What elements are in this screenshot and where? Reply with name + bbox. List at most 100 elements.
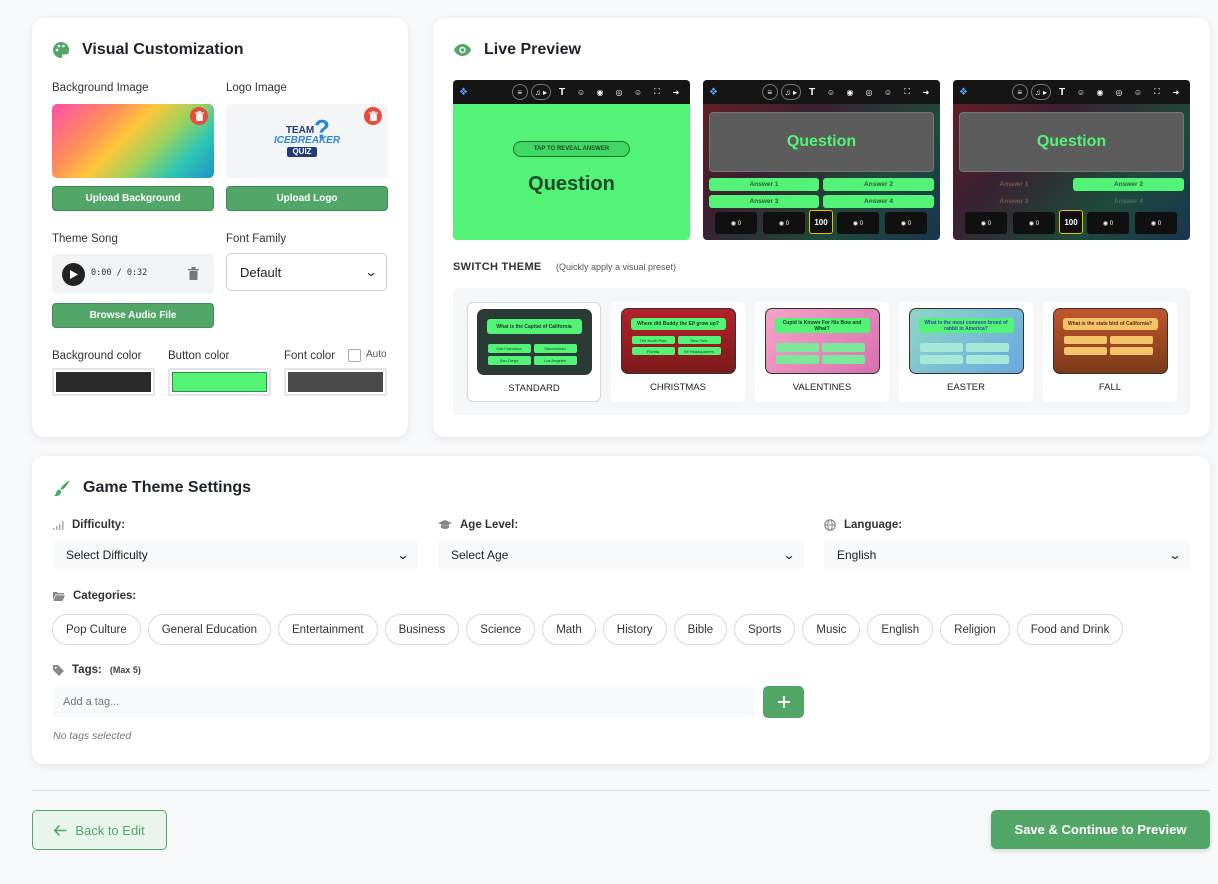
font-family-select[interactable]: Default ⌄ — [226, 253, 387, 291]
answer-2[interactable]: Answer 2 — [823, 178, 934, 191]
font-family-value: Default — [240, 264, 282, 280]
delete-logo-button[interactable] — [364, 107, 382, 125]
visual-customization-header: Visual Customization — [52, 41, 244, 59]
answer-4: Answer 4 — [1114, 198, 1143, 205]
language-select[interactable]: English ⌄ — [824, 540, 1190, 569]
theme-standard-answer: San Diego — [487, 356, 531, 365]
category-chip[interactable]: Religion — [940, 614, 1010, 645]
theme-easter-question: What is the most common breed of rabbit … — [918, 318, 1014, 333]
upload-logo-button[interactable]: Upload Logo — [226, 186, 388, 211]
list-icon: ≡ — [511, 84, 528, 100]
globe-icon: ◎ — [865, 87, 873, 97]
difficulty-value: Select Difficulty — [66, 547, 148, 562]
category-chip[interactable]: Pop Culture — [52, 614, 141, 645]
arrow-left-icon — [54, 824, 67, 836]
theme-presets: What is the Capital of California San Fr… — [453, 288, 1190, 415]
expand-icon: ⛶ — [904, 87, 910, 96]
visual-customization-card: Visual Customization Background Image Lo… — [32, 18, 408, 437]
tags-label-row: Tags: (Max 5) — [53, 664, 141, 676]
age-select[interactable]: Select Age ⌄ — [438, 540, 804, 569]
category-chip[interactable]: English — [867, 614, 934, 645]
logo-icon: ❖ — [959, 86, 968, 98]
logo-icon: ❖ — [459, 86, 468, 98]
button-color-picker[interactable] — [168, 368, 271, 396]
theme-christmas-answer: Florida — [631, 347, 675, 355]
category-chip[interactable]: Music — [802, 614, 861, 645]
trophy-icon: ◉ — [596, 87, 604, 97]
theme-christmas-answer: Elf Headquarters — [677, 347, 721, 355]
theme-christmas[interactable]: Where did Buddy the Elf grow up? The Nor… — [611, 302, 745, 402]
folder-open-icon — [53, 592, 65, 601]
category-chip[interactable]: History — [602, 614, 667, 645]
signal-icon — [53, 520, 64, 530]
category-chip[interactable]: Entertainment — [278, 614, 378, 645]
difficulty-select[interactable]: Select Difficulty ⌄ — [53, 540, 418, 569]
theme-valentines[interactable]: Cupid is Known For His Bow and What? VAL… — [755, 302, 889, 402]
browse-audio-button[interactable]: Browse Audio File — [52, 303, 214, 328]
question-box: Question — [709, 112, 934, 172]
center-score: 100 — [1059, 210, 1083, 234]
switch-theme-label: SWITCH THEME — [453, 261, 542, 273]
switch-theme-hint: (Quickly apply a visual preset) — [556, 262, 677, 272]
save-continue-button[interactable]: Save & Continue to Preview — [991, 810, 1210, 849]
game-theme-settings-header: Game Theme Settings — [53, 479, 251, 497]
theme-easter-image: What is the most common breed of rabbit … — [908, 308, 1024, 374]
chevron-down-icon: ⌄ — [396, 547, 410, 562]
category-chip[interactable]: Food and Drink — [1016, 614, 1124, 645]
background-image-label: Background Image — [52, 82, 149, 94]
answer-1[interactable]: Answer 1 — [709, 178, 819, 191]
list-icon: ≡ — [1011, 84, 1028, 100]
categories-label: Categories: — [73, 590, 137, 602]
category-chip[interactable]: Science — [466, 614, 536, 645]
theme-fall-question: What is the state bird of California? — [1062, 318, 1158, 330]
theme-easter[interactable]: What is the most common breed of rabbit … — [899, 302, 1033, 402]
category-chip[interactable]: Sports — [734, 614, 796, 645]
age-value: Select Age — [451, 547, 509, 562]
theme-valentines-image: Cupid is Known For His Bow and What? — [764, 308, 880, 374]
chevron-down-icon: ⌄ — [1168, 547, 1182, 562]
tag-input[interactable] — [53, 687, 755, 717]
language-label-row: Language: — [824, 519, 902, 531]
category-chip[interactable]: Business — [384, 614, 460, 645]
answer-1: Answer 1 — [999, 181, 1029, 188]
eye-icon — [454, 44, 471, 56]
answer-4[interactable]: Answer 4 — [823, 195, 934, 208]
graduation-cap-icon — [438, 520, 452, 529]
paint-brush-icon — [54, 480, 70, 497]
age-label-row: Age Level: — [438, 519, 518, 531]
theme-christmas-label: CHRISTMAS — [650, 382, 706, 393]
smile-icon: ☺ — [1133, 87, 1143, 97]
visual-customization-title: Visual Customization — [82, 41, 244, 58]
background-color-picker[interactable] — [52, 368, 155, 396]
auto-checkbox[interactable] — [348, 349, 361, 362]
logo-icon: ❖ — [709, 86, 718, 98]
reveal-answer-button[interactable]: TAP TO REVEAL ANSWER — [513, 141, 630, 157]
footer-divider — [32, 790, 1210, 791]
upload-background-button[interactable]: Upload Background — [52, 186, 214, 211]
delete-background-button[interactable] — [190, 107, 208, 125]
question-text: Question — [1036, 133, 1107, 150]
answer-3[interactable]: Answer 3 — [709, 195, 819, 208]
back-to-edit-label: Back to Edit — [75, 822, 145, 838]
button-color-label: Button color — [168, 350, 230, 362]
logo-image-label: Logo Image — [226, 82, 287, 94]
back-to-edit-button[interactable]: Back to Edit — [32, 810, 167, 850]
font-color-label: Font color — [284, 350, 336, 362]
font-color-picker[interactable] — [284, 368, 387, 396]
play-button[interactable] — [62, 263, 85, 286]
category-chip[interactable]: Bible — [673, 614, 728, 645]
team-score: ◉ 0 — [1087, 212, 1129, 234]
answer-2-correct: Answer 2 — [1073, 178, 1184, 191]
question-text: Question — [528, 173, 615, 195]
theme-christmas-question: Where did Buddy the Elf grow up? — [630, 318, 726, 330]
theme-fall-label: FALL — [1098, 382, 1122, 393]
category-chip[interactable]: Math — [542, 614, 596, 645]
emoji-icon: ☺ — [826, 87, 836, 97]
theme-standard[interactable]: What is the Capital of California San Fr… — [467, 302, 601, 402]
add-tag-button[interactable] — [763, 686, 804, 718]
text-icon: T — [558, 86, 566, 98]
theme-christmas-answer: The North Pole — [631, 336, 675, 344]
audio-delete-button[interactable] — [188, 267, 199, 285]
category-chip[interactable]: General Education — [147, 614, 271, 645]
theme-fall[interactable]: What is the state bird of California? FA… — [1043, 302, 1177, 402]
